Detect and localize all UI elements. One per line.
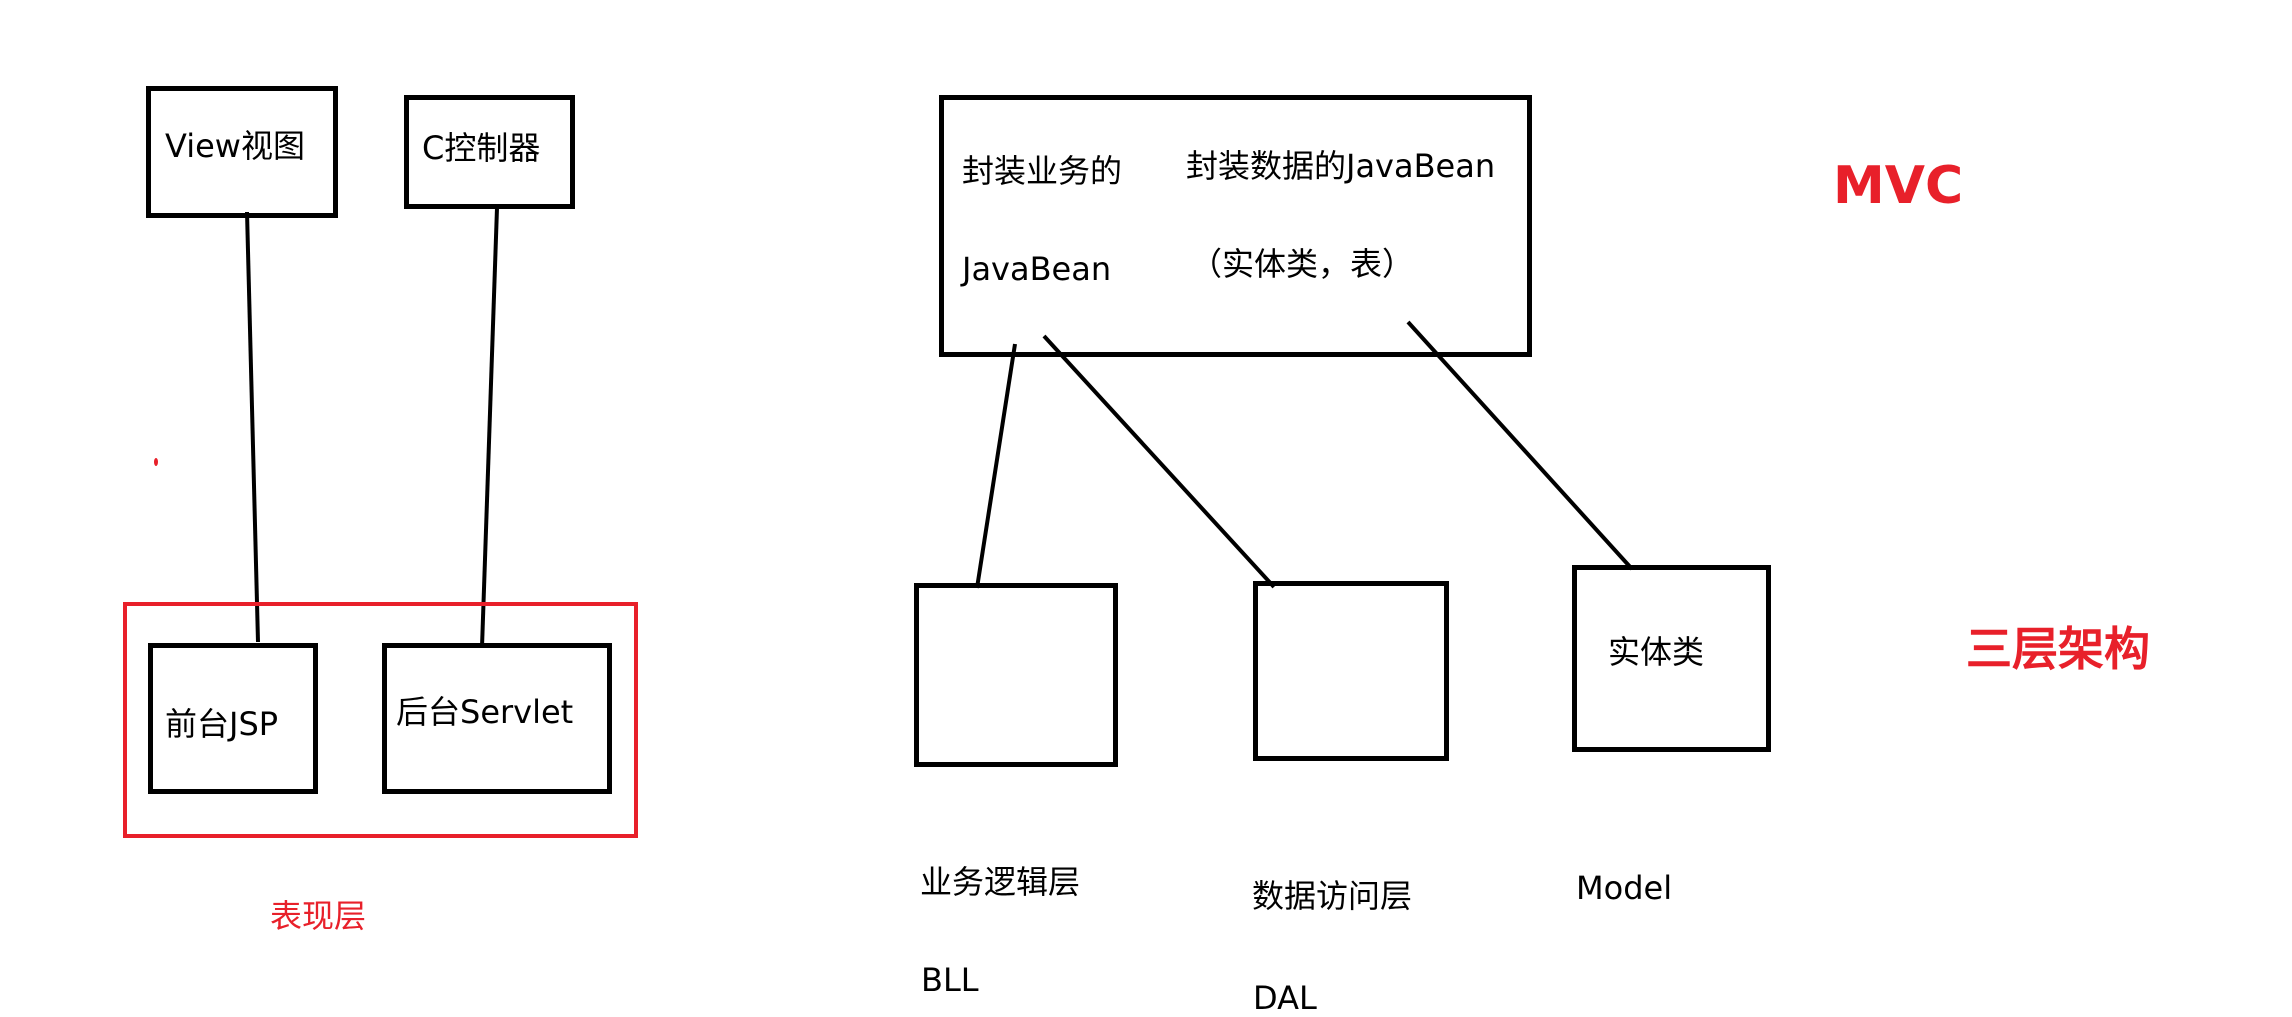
javabean-box <box>939 95 1532 357</box>
controller-label: C控制器 <box>422 129 541 167</box>
line-javabean-to-dal <box>1042 334 1276 589</box>
line-view-to-jsp <box>245 211 260 643</box>
view-label: View视图 <box>165 127 305 165</box>
line-javabean-to-bll <box>975 343 1017 589</box>
line-entity-to-model <box>1406 320 1634 571</box>
dal-name: 数据访问层 <box>1252 877 1413 915</box>
dal-box <box>1253 581 1449 761</box>
data-javabean-line1: 封装数据的JavaBean <box>1186 147 1496 185</box>
presentation-layer-label: 表现层 <box>270 897 367 935</box>
bll-name: 业务逻辑层 <box>920 863 1081 901</box>
bll-box <box>914 583 1118 767</box>
business-javabean-line2: JavaBean <box>962 250 1112 288</box>
dal-abbr: DAL <box>1253 979 1317 1017</box>
data-javabean-line2: （实体类，表） <box>1190 245 1415 283</box>
bll-abbr: BLL <box>921 961 979 999</box>
frontend-jsp-label: 前台JSP <box>165 705 279 743</box>
entity-label: 实体类 <box>1608 633 1705 671</box>
three-tier-title: 三层架构 <box>1966 622 2150 676</box>
business-javabean-line1: 封装业务的 <box>962 152 1123 190</box>
backend-servlet-label: 后台Servlet <box>396 693 574 731</box>
mvc-title: MVC <box>1833 156 1964 216</box>
line-controller-to-servlet <box>480 207 499 648</box>
model-label: Model <box>1576 869 1673 907</box>
red-dot <box>154 458 158 466</box>
